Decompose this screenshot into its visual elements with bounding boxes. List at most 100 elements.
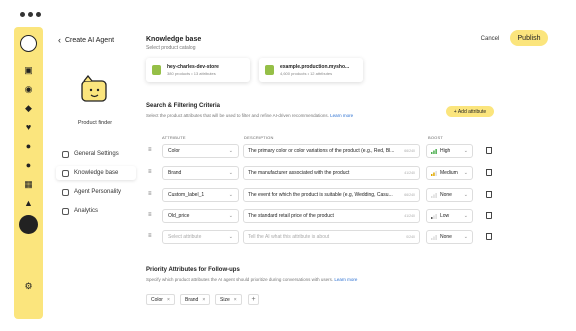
close-icon[interactable]: × <box>167 297 170 303</box>
attribute-select[interactable]: Custom_label_1 ⌄ <box>162 188 239 202</box>
app-logo-icon[interactable] <box>20 35 37 52</box>
window-controls <box>20 12 41 17</box>
description-input[interactable]: The standard retail price of the product… <box>243 209 420 223</box>
search-title: Search & Filtering Criteria <box>146 103 221 109</box>
description-text: The primary color or color variations of… <box>248 148 395 154</box>
boost-select[interactable]: None ⌄ <box>426 230 473 244</box>
attribute-row: ≡ Select attribute ⌄ Tell the AI what thi… <box>146 230 496 244</box>
database-icon <box>62 169 69 177</box>
settings-icon[interactable]: ⚙ <box>23 281 34 292</box>
boost-select[interactable]: Medium ⌄ <box>426 166 473 180</box>
attribute-select[interactable]: Old_price ⌄ <box>162 209 239 223</box>
chevron-down-icon: ⌄ <box>463 213 468 219</box>
nav-knowledge-base[interactable]: Knowledge base <box>56 166 136 180</box>
attribute-row: ≡ Color ⌄ The primary color or color vari… <box>146 144 496 158</box>
gear-icon <box>62 150 69 158</box>
trash-icon[interactable] <box>486 169 492 176</box>
store-card[interactable]: hey-charles-dev-store 380 products • 13 … <box>146 58 250 82</box>
shop-icon[interactable]: ▦ <box>23 179 34 190</box>
boost-value: None <box>440 234 452 240</box>
boost-select[interactable]: None ⌄ <box>426 188 473 202</box>
knowledge-subtitle: Select product catalog <box>146 45 196 51</box>
drag-handle-icon[interactable]: ≡ <box>148 169 152 175</box>
priority-chip[interactable]: Brand × <box>180 294 211 305</box>
chevron-left-icon: ‹ <box>58 35 61 45</box>
char-count: 41/240 <box>404 171 415 175</box>
publish-button[interactable]: Publish <box>510 30 548 46</box>
agent-name: Product finder <box>77 120 113 126</box>
close-icon[interactable]: × <box>202 297 205 303</box>
attribute-row: ≡ Brand ⌄ The manufacturer associated wit… <box>146 166 496 180</box>
drag-handle-icon[interactable]: ≡ <box>148 212 152 218</box>
description-input[interactable]: The primary color or color variations of… <box>243 144 420 158</box>
store-card[interactable]: example.production.mysho... 4,600 produc… <box>259 58 363 82</box>
attribute-select[interactable]: Color ⌄ <box>162 144 239 158</box>
support-icon[interactable]: ● <box>23 160 34 171</box>
trash-icon[interactable] <box>486 212 492 219</box>
add-attribute-button[interactable]: + Add attribute <box>446 106 494 117</box>
store-meta: 4,600 products • 12 attributes <box>280 71 333 76</box>
attribute-placeholder: Select attribute <box>168 234 202 240</box>
trash-icon[interactable] <box>486 147 492 154</box>
priority-chip[interactable]: Color × <box>146 294 175 305</box>
cancel-button[interactable]: Cancel <box>476 32 504 45</box>
nav-analytics[interactable]: Analytics <box>56 204 136 218</box>
followups-title: Priority Attributes for Follow-ups <box>146 267 240 273</box>
followups-subtitle: Specify which product attributes the AI … <box>146 277 357 282</box>
add-chip-button[interactable]: + <box>248 294 259 305</box>
comment-icon[interactable]: ● <box>23 141 34 152</box>
trash-icon[interactable] <box>486 233 492 240</box>
boost-select[interactable]: Low ⌄ <box>426 209 473 223</box>
col-boost: BOOST <box>428 135 444 140</box>
boost-select[interactable]: High ⌄ <box>426 144 473 158</box>
attribute-value: Custom_label_1 <box>168 192 205 198</box>
store-name: hey-charles-dev-store <box>167 64 219 70</box>
attribute-value: Brand <box>168 170 182 176</box>
shopify-icon <box>265 65 274 75</box>
chevron-down-icon: ⌄ <box>228 213 233 219</box>
nav-general-settings[interactable]: General Settings <box>56 147 136 161</box>
drag-handle-icon[interactable]: ≡ <box>148 233 152 239</box>
priority-chip[interactable]: Size × <box>215 294 242 305</box>
chevron-down-icon: ⌄ <box>463 192 468 198</box>
shopify-icon <box>152 65 161 75</box>
bell-icon[interactable]: ◆ <box>23 103 34 114</box>
boost-value: Low <box>440 213 450 219</box>
close-icon[interactable]: × <box>234 297 237 303</box>
char-count: 0/240 <box>406 235 415 239</box>
nav-label: General Settings <box>74 151 119 157</box>
knowledge-title: Knowledge base <box>146 36 202 43</box>
description-input[interactable]: The manufacturer associated with the pro… <box>243 166 420 180</box>
char-count: 66/240 <box>404 149 415 153</box>
description-input[interactable]: The event for which the product is suita… <box>243 188 420 202</box>
description-input[interactable]: Tell the AI what this attribute is about… <box>243 230 420 244</box>
attribute-row: ≡ Custom_label_1 ⌄ The event for which th… <box>146 188 496 202</box>
message-icon[interactable]: ◉ <box>23 84 34 95</box>
chevron-down-icon: ⌄ <box>228 234 233 240</box>
nav-agent-personality[interactable]: Agent Personality <box>56 185 136 199</box>
attribute-select[interactable]: Select attribute ⌄ <box>162 230 239 244</box>
chevron-down-icon: ⌄ <box>228 192 233 198</box>
trash-icon[interactable] <box>486 191 492 198</box>
boost-value: Medium <box>440 170 458 176</box>
search-subtitle-text: Select the product attributes that will … <box>146 113 329 118</box>
agent-icon-active[interactable] <box>19 215 38 234</box>
learn-more-link[interactable]: Learn more <box>330 113 353 118</box>
drag-handle-icon[interactable]: ≡ <box>148 147 152 153</box>
nav-label: Analytics <box>74 208 99 214</box>
learn-more-link[interactable]: Learn more <box>334 277 357 282</box>
chevron-down-icon: ⌄ <box>463 234 468 240</box>
char-count: 66/240 <box>404 193 415 197</box>
chart-icon[interactable]: ▲ <box>23 198 34 209</box>
back-label: Create AI Agent <box>65 36 115 44</box>
description-text: The standard retail price of the product <box>248 213 334 219</box>
attribute-select[interactable]: Brand ⌄ <box>162 166 239 180</box>
back-link[interactable]: ‹ Create AI Agent <box>58 35 114 45</box>
col-description: DESCRIPTION <box>244 135 274 140</box>
col-attribute: ATTRIBUTE <box>162 135 186 140</box>
chat-icon[interactable]: ▣ <box>23 65 34 76</box>
drag-handle-icon[interactable]: ≡ <box>148 191 152 197</box>
description-text: The manufacturer associated with the pro… <box>248 170 350 176</box>
chevron-down-icon: ⌄ <box>463 170 468 176</box>
heart-icon[interactable]: ♥ <box>23 122 34 133</box>
